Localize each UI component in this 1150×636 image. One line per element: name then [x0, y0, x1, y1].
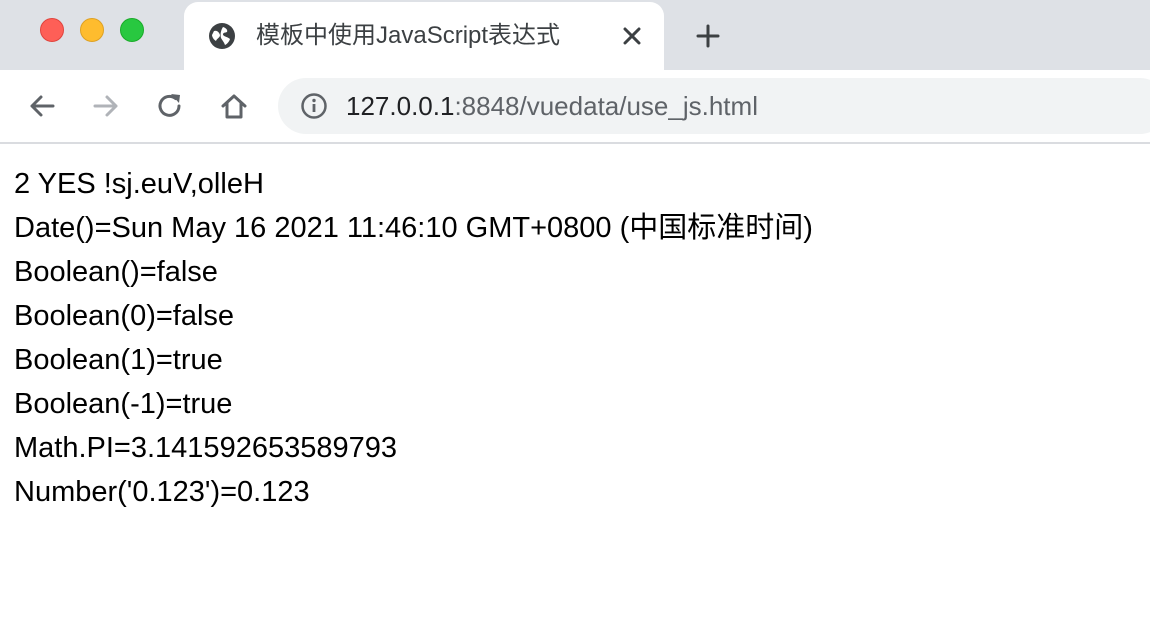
window-minimize-button[interactable] [80, 18, 104, 42]
window-close-button[interactable] [40, 18, 64, 42]
text-line: Math.PI=3.141592653589793 [14, 432, 397, 464]
text-line: Number('0.123')=0.123 [14, 476, 310, 508]
address-bar[interactable]: 127.0.0.1:8848/vuedata/use_js.html [278, 78, 1150, 134]
text-line: Boolean()=false [14, 256, 218, 288]
text-line: Boolean(1)=true [14, 344, 223, 376]
globe-icon [209, 23, 235, 49]
url-text[interactable]: 127.0.0.1:8848/vuedata/use_js.html [346, 91, 758, 121]
text-line: Date()=Sun May 16 2021 11:46:10 GMT+0800… [14, 212, 813, 244]
arrow-right-icon[interactable] [90, 90, 122, 122]
browser-toolbar: 127.0.0.1:8848/vuedata/use_js.html [0, 70, 1150, 144]
window-maximize-button[interactable] [120, 18, 144, 42]
page-content: 2 YES !sj.euV,olleH Date()=Sun May 16 20… [14, 162, 1134, 514]
tab-strip: 模板中使用JavaScript表达式 [0, 0, 1150, 70]
arrow-left-icon[interactable] [26, 90, 58, 122]
text-line: Boolean(0)=false [14, 300, 235, 332]
url-path: :8848/vuedata/use_js.html [454, 91, 758, 121]
home-icon[interactable] [218, 90, 250, 122]
url-host: 127.0.0.1 [346, 91, 455, 121]
tab-active[interactable]: 模板中使用JavaScript表达式 [184, 2, 664, 70]
browser-window: 模板中使用JavaScript表达式 127.0.0.1:8848/vuedat… [0, 0, 1150, 636]
info-icon[interactable] [300, 92, 328, 120]
close-icon[interactable] [618, 22, 646, 50]
plus-icon[interactable] [692, 20, 724, 52]
reload-icon[interactable] [154, 90, 186, 122]
text-line: 2 YES !sj.euV,olleH [14, 168, 264, 200]
text-line: Boolean(-1)=true [14, 388, 233, 420]
tab-title: 模板中使用JavaScript表达式 [256, 22, 561, 49]
